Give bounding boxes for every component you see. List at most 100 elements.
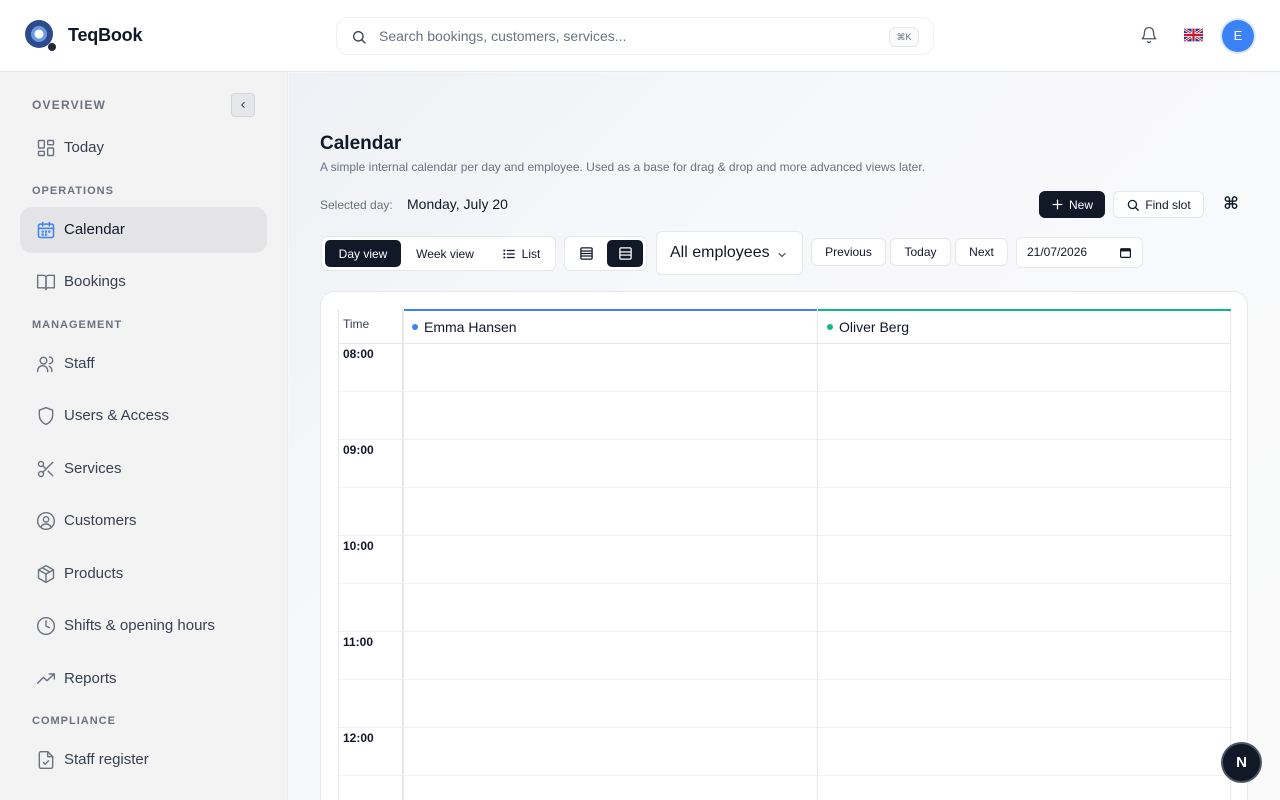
column-divider xyxy=(403,309,404,800)
hour-line xyxy=(339,631,1232,632)
sidebar-item-label: Bookings xyxy=(64,273,126,290)
command-palette-icon[interactable]: ⌘ xyxy=(1221,194,1241,214)
top-bar: TeqBook ⌘K E xyxy=(0,0,1280,72)
rows-compact-icon xyxy=(579,247,593,260)
time-label: 08:00 xyxy=(343,347,374,361)
calendar-picker-icon[interactable] xyxy=(1119,246,1132,259)
sidebar-item-staff-register[interactable]: Staff register xyxy=(20,737,267,783)
sidebar-item-calendar[interactable]: Calendar xyxy=(20,207,267,253)
calendar-icon xyxy=(37,221,55,239)
list-icon xyxy=(502,248,515,259)
find-slot-button[interactable]: Find slot xyxy=(1113,191,1204,218)
sidebar: OVERVIEW Today OPERATIONS Calendar Booki… xyxy=(0,72,288,800)
employee-filter-value: All employees xyxy=(670,244,770,261)
book-icon xyxy=(36,274,56,291)
time-label: 10:00 xyxy=(343,539,374,553)
next-day-button[interactable]: Next xyxy=(955,238,1008,266)
section-label-overview: OVERVIEW xyxy=(32,98,107,112)
employee-color-dot xyxy=(412,324,418,330)
page-description: A simple internal calendar per day and e… xyxy=(320,160,926,174)
rows-comfortable-icon xyxy=(618,247,632,260)
chevron-left-icon xyxy=(241,101,245,109)
hour-line xyxy=(339,439,1232,440)
today-button[interactable]: Today xyxy=(890,238,951,266)
chevron-down-icon xyxy=(778,252,786,258)
calendar-card: Time Emma Hansen Oliver Berg 08:00 09:00… xyxy=(320,291,1248,800)
calendar-grid: Time Emma Hansen Oliver Berg 08:00 09:00… xyxy=(338,309,1232,800)
sidebar-item-today[interactable]: Today xyxy=(20,125,267,171)
sidebar-item-users-access[interactable]: Users & Access xyxy=(20,393,267,439)
language-uk-flag-icon[interactable] xyxy=(1184,28,1203,42)
sidebar-item-label: Customers xyxy=(64,512,137,529)
sidebar-item-label: Shifts & opening hours xyxy=(64,617,215,634)
time-label: 09:00 xyxy=(343,443,374,457)
sidebar-item-label: Staff register xyxy=(64,751,149,768)
date-picker-input[interactable]: 21/07/2026 xyxy=(1016,237,1143,268)
collapse-sidebar-button[interactable] xyxy=(231,93,255,117)
employee-column-header[interactable]: Emma Hansen xyxy=(403,309,818,344)
half-hour-line xyxy=(339,583,1232,584)
employee-column-header[interactable]: Oliver Berg xyxy=(818,309,1231,344)
new-booking-button[interactable]: New xyxy=(1039,191,1105,218)
sidebar-item-bookings[interactable]: Bookings xyxy=(20,259,267,305)
half-hour-line xyxy=(339,391,1232,392)
density-switcher xyxy=(564,236,647,271)
clock-icon xyxy=(36,616,56,636)
section-label-compliance: COMPLIANCE xyxy=(32,715,116,727)
sidebar-item-shifts[interactable]: Shifts & opening hours xyxy=(20,603,267,649)
sidebar-item-staff[interactable]: Staff xyxy=(20,341,267,387)
floating-action-button[interactable]: N xyxy=(1223,744,1260,781)
employee-name: Oliver Berg xyxy=(839,319,910,335)
selected-day-value: Monday, July 20 xyxy=(407,196,508,212)
selected-day-label: Selected day: xyxy=(320,198,393,212)
user-circle-icon xyxy=(36,511,56,531)
user-avatar[interactable]: E xyxy=(1222,20,1254,52)
time-label: 11:00 xyxy=(343,635,374,649)
hour-line xyxy=(339,727,1232,728)
sidebar-item-label: Products xyxy=(64,565,124,582)
dashboard-icon xyxy=(37,139,55,157)
section-label-operations: OPERATIONS xyxy=(32,185,114,197)
sidebar-item-label: Users & Access xyxy=(64,407,170,424)
brand-name[interactable]: TeqBook xyxy=(68,25,142,46)
trending-up-icon xyxy=(36,673,56,684)
hour-line xyxy=(339,535,1232,536)
previous-day-button[interactable]: Previous xyxy=(811,238,886,266)
list-view-tab[interactable]: List xyxy=(490,240,552,267)
comfortable-density-button[interactable] xyxy=(607,240,643,267)
sidebar-item-label: Services xyxy=(64,460,122,477)
half-hour-line xyxy=(339,775,1232,776)
sidebar-item-services[interactable]: Services xyxy=(20,446,267,492)
view-mode-switcher: Day view Week view List xyxy=(321,236,556,271)
main-content: Calendar A simple internal calendar per … xyxy=(289,73,1280,800)
sidebar-item-reports[interactable]: Reports xyxy=(20,656,267,702)
sidebar-item-customers[interactable]: Customers xyxy=(20,498,267,544)
scissors-icon xyxy=(37,460,54,478)
plus-icon xyxy=(1052,199,1063,210)
notifications-bell-icon[interactable] xyxy=(1140,26,1158,44)
employee-name: Emma Hansen xyxy=(424,319,517,335)
sidebar-item-products[interactable]: Products xyxy=(20,551,267,597)
global-search[interactable]: ⌘K xyxy=(336,17,934,55)
employee-color-bar xyxy=(403,309,818,311)
sidebar-item-label: Reports xyxy=(64,670,117,687)
section-label-management: MANAGEMENT xyxy=(32,319,123,331)
column-divider xyxy=(817,309,818,800)
sidebar-item-label: Calendar xyxy=(64,221,125,238)
time-label: 12:00 xyxy=(343,731,374,745)
file-check-icon xyxy=(38,750,54,770)
list-view-label: List xyxy=(521,246,541,261)
day-view-tab[interactable]: Day view xyxy=(325,240,401,267)
sidebar-item-label: Today xyxy=(64,139,105,156)
compact-density-button[interactable] xyxy=(568,240,604,267)
find-slot-label: Find slot xyxy=(1145,197,1191,212)
search-icon xyxy=(353,31,366,44)
half-hour-line xyxy=(339,487,1232,488)
shield-icon xyxy=(38,406,54,426)
employee-color-bar xyxy=(818,309,1231,311)
search-input[interactable] xyxy=(379,18,859,54)
employee-filter-select[interactable]: All employees xyxy=(656,231,803,275)
half-hour-line xyxy=(339,679,1232,680)
week-view-tab[interactable]: Week view xyxy=(405,240,485,267)
logo-icon[interactable] xyxy=(24,19,58,53)
